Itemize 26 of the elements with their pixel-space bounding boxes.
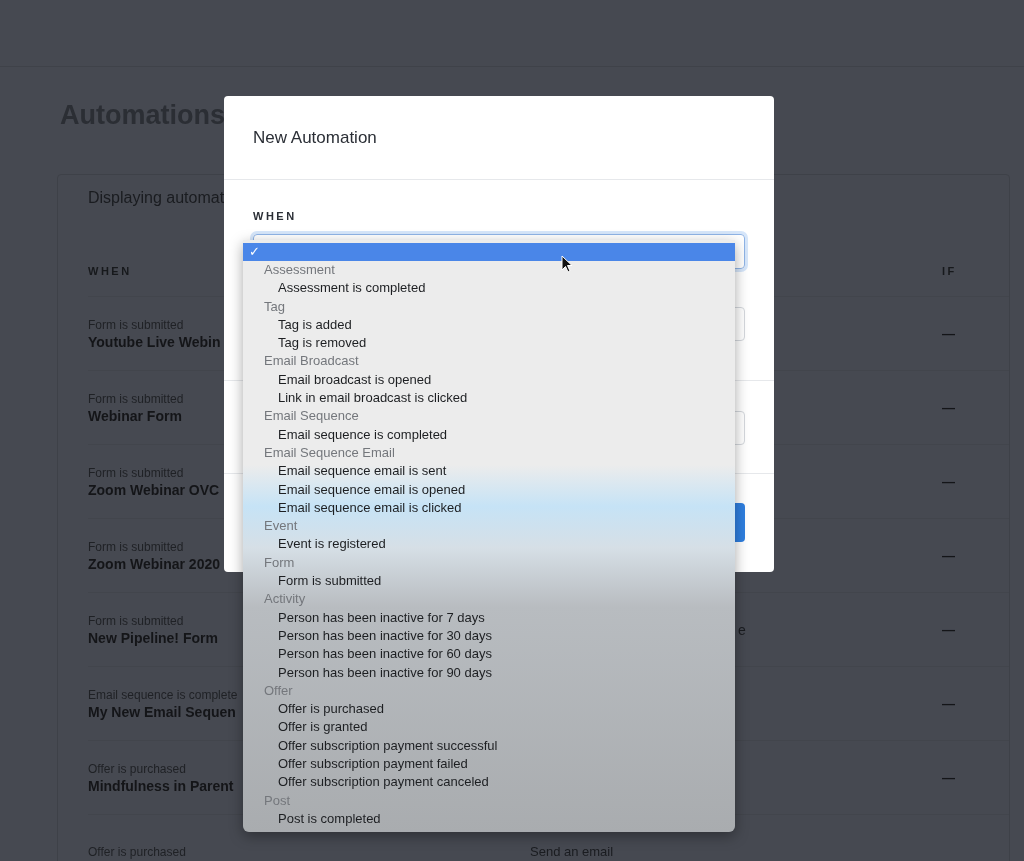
- option-group-label: Email Sequence Email: [264, 443, 395, 462]
- automation-name: Webinar Form: [88, 407, 182, 424]
- option-group-label: Activity: [264, 590, 306, 609]
- condition-text: —: [942, 548, 955, 563]
- condition-text: —: [942, 622, 955, 637]
- condition-text: —: [942, 326, 955, 341]
- option-group-label: Form: [264, 553, 295, 572]
- automation-name: Youtube Live Webin: [88, 333, 221, 350]
- condition-text: —: [942, 770, 955, 785]
- option-group-label: Assessment: [264, 261, 335, 279]
- option-group-label: Event: [264, 517, 298, 536]
- condition-text: —: [942, 696, 955, 711]
- option-group-label: Tag: [264, 297, 285, 316]
- field-label: WHEN: [253, 210, 298, 222]
- automation-name: Mindfulness in Parent: [88, 777, 234, 794]
- condition-text: —: [942, 400, 955, 415]
- automation-name: New Pipeline! Form: [88, 629, 218, 646]
- option-group-label: Email Sequence: [264, 407, 359, 426]
- option-group-label: Email Broadcast: [264, 352, 359, 371]
- automation-name: Zoom Webinar 2020: [88, 555, 220, 572]
- option-group-label: Offer: [264, 681, 293, 700]
- automation-name: My New Email Sequen: [88, 703, 236, 720]
- automation-name: Zoom Webinar OVC: [88, 481, 220, 498]
- modal-title: New Automation: [253, 127, 377, 148]
- condition-text: —: [942, 474, 955, 489]
- option-group-label: Post: [264, 791, 290, 810]
